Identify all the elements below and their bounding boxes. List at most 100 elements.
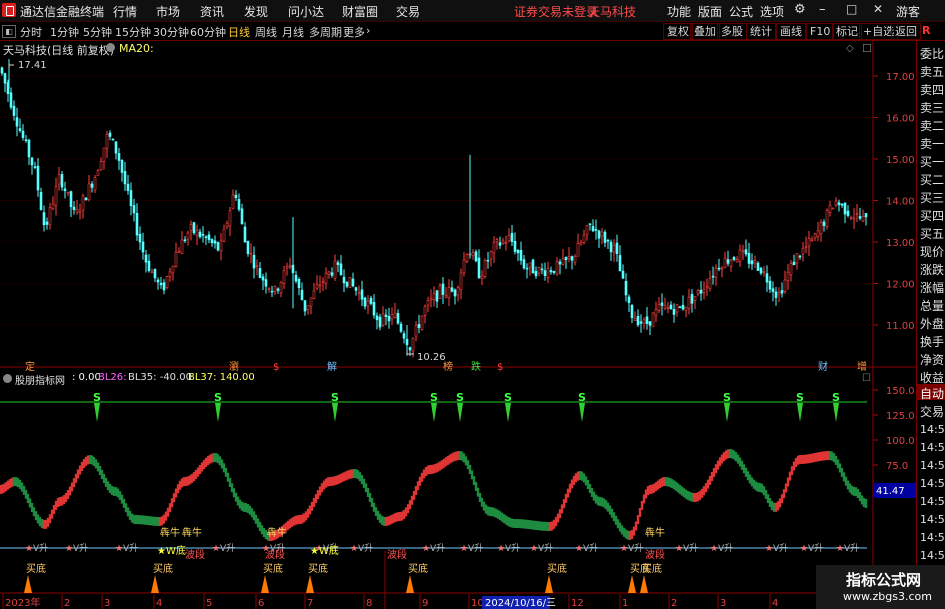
sub-settings-icon[interactable] <box>3 374 12 383</box>
wave-signal: 波段 <box>387 548 407 561</box>
event-marker[interactable]: $ <box>497 362 503 373</box>
login-notice[interactable]: 证券交易未登录 <box>514 3 598 20</box>
candle-body <box>705 286 709 289</box>
vup-signal: V升 <box>538 543 553 554</box>
candle-body <box>249 252 253 255</box>
period-30min[interactable]: 30分钟 <box>153 24 189 40</box>
chevron-right-icon[interactable]: › <box>366 24 370 37</box>
candle-body <box>369 297 373 304</box>
candle-body <box>546 268 550 278</box>
btn-fuquan[interactable]: 复权 <box>663 23 693 40</box>
quote-side-panel: 委比 卖五 卖四 卖三 卖二 卖一 买一 买二 买三 买四 买五 现价 涨跌 涨幅 总量 外盘 换手 净资 收益 自… <box>916 41 945 609</box>
bull-signal: 犇牛 <box>267 526 287 539</box>
candle-body <box>690 293 694 304</box>
r-icon[interactable]: R <box>922 24 930 37</box>
period-monthly[interactable]: 月线 <box>282 24 304 40</box>
candle-body <box>507 235 511 242</box>
candle-body <box>702 288 706 293</box>
period-more[interactable]: 更多 <box>343 24 365 40</box>
indicator-tick-label: 125.0 <box>886 411 915 422</box>
candle-body <box>90 183 94 188</box>
menu-hangqing[interactable]: 行情 <box>113 3 137 20</box>
vup-signal: V升 <box>430 543 445 554</box>
period-multi[interactable]: 多周期 <box>309 24 342 40</box>
panel-toggle-icon[interactable]: ◧ <box>2 25 16 38</box>
candle-body <box>465 254 469 262</box>
btn-duogu[interactable]: 多股 <box>717 23 747 40</box>
event-marker[interactable]: 解 <box>327 360 337 373</box>
indicator-bl37: BL37: 140.00 <box>188 372 255 383</box>
menu-banmian[interactable]: 版面 <box>698 3 722 20</box>
event-marker[interactable]: 财 <box>818 360 828 373</box>
settings-icon[interactable]: ⚙ <box>794 2 806 17</box>
candle-body <box>819 222 823 235</box>
menu-jiaoyi[interactable]: 交易 <box>396 3 420 20</box>
menu-gongneng[interactable]: 功能 <box>667 3 691 20</box>
event-marker[interactable]: 增 <box>857 360 867 373</box>
candle-body <box>477 257 481 279</box>
tab-trade[interactable]: 交易 <box>920 403 944 420</box>
menu-faxian[interactable]: 发现 <box>244 3 268 20</box>
btn-huaxian[interactable]: 画线 <box>776 23 806 40</box>
event-marker[interactable]: 跌 <box>471 360 481 373</box>
price-tick-label: 12.00 <box>886 280 915 291</box>
candle-body <box>603 231 607 243</box>
period-5min[interactable]: 5分钟 <box>83 24 112 40</box>
buy-signal-label: 买底 <box>153 562 173 575</box>
menu-zixun[interactable]: 资讯 <box>200 3 224 20</box>
tab-auto[interactable]: 自动 <box>920 385 944 402</box>
menu-xuanxiang[interactable]: 选项 <box>760 3 784 20</box>
tick-time: 14:56 <box>920 477 945 490</box>
btn-back[interactable]: 返回 <box>891 23 921 40</box>
btn-biaoji[interactable]: 标记 <box>832 23 862 40</box>
minimize-icon[interactable]: – <box>819 2 826 17</box>
zoom-icon[interactable]: ☐ <box>862 42 872 55</box>
btn-f10[interactable]: F10 <box>806 23 835 40</box>
candle-body <box>60 174 64 188</box>
indicator-name: 股朋指标网 <box>15 376 65 387</box>
maximize-icon[interactable]: □ <box>846 2 857 16</box>
btn-diejia[interactable]: 叠加 <box>690 23 720 40</box>
menu-caifuquan[interactable]: 财富圈 <box>342 3 378 20</box>
candle-body <box>189 224 193 231</box>
period-60min[interactable]: 60分钟 <box>190 24 226 40</box>
menu-wenxiaoda[interactable]: 问小达 <box>288 3 324 20</box>
candle-body <box>306 305 310 310</box>
menu-shichang[interactable]: 市场 <box>156 3 180 20</box>
candle-body <box>222 228 226 242</box>
sub-zoom-icon[interactable]: ☐ <box>862 373 871 384</box>
candle-body <box>753 260 757 264</box>
candle-body <box>501 240 505 244</box>
period-weekly[interactable]: 周线 <box>255 24 277 40</box>
period-daily[interactable]: 日线 <box>228 24 250 40</box>
event-marker[interactable]: $ <box>273 362 279 373</box>
candle-body <box>777 291 781 296</box>
price-tick-label: 14.00 <box>886 197 915 208</box>
vup-star: ★ <box>765 544 773 554</box>
btn-tongji[interactable]: 统计 <box>746 23 776 40</box>
candle-body <box>21 130 25 138</box>
event-marker[interactable]: 榜 <box>443 360 453 373</box>
quote-field-label: 卖一 <box>920 137 945 151</box>
period-1min[interactable]: 1分钟 <box>50 24 79 40</box>
candle-body <box>861 216 865 222</box>
candle-body <box>78 210 82 213</box>
s-signal-arrow <box>457 403 463 422</box>
bull-signal: 犇牛 <box>182 526 202 539</box>
candle-body <box>531 259 535 274</box>
date-label: 2 <box>64 598 70 609</box>
candle-body <box>741 250 745 253</box>
period-fenshi[interactable]: 分时 <box>20 24 42 40</box>
period-15min[interactable]: 15分钟 <box>115 24 151 40</box>
guest-label[interactable]: 游客 <box>896 3 920 20</box>
close-icon[interactable]: ✕ <box>873 2 883 16</box>
candle-body <box>240 208 244 225</box>
diamond-icon[interactable]: ◇ <box>846 43 854 54</box>
quote-field-label: 卖五 <box>920 65 945 79</box>
chart-settings-icon[interactable] <box>106 43 115 52</box>
menu-gongshi[interactable]: 公式 <box>729 3 753 20</box>
candle-body <box>384 314 388 317</box>
quote-field-label: 外盘 <box>920 317 945 331</box>
kline-chart-area[interactable]: 17.00 16.00 15.00 14.00 13.00 12.00 11.00 17.4… <box>0 41 916 609</box>
candle-body <box>813 233 817 239</box>
